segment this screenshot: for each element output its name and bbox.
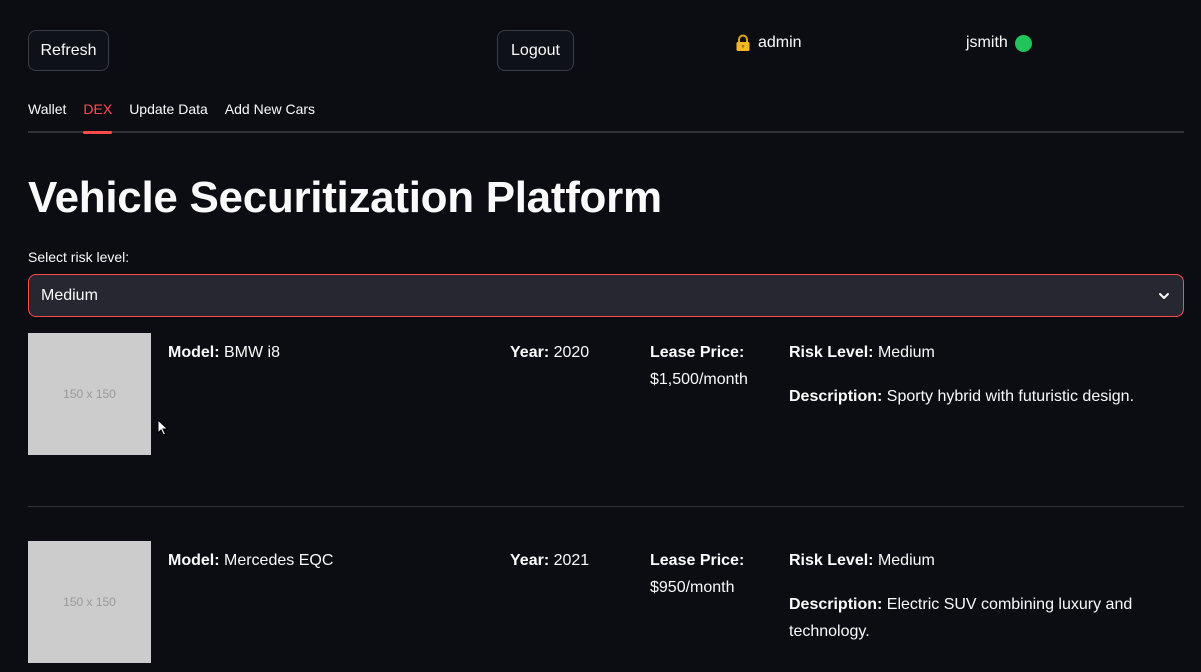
model-value: Mercedes EQC: [224, 552, 334, 569]
car-image-placeholder: 150 x 150: [28, 541, 151, 663]
tab-update-data[interactable]: Update Data: [129, 99, 208, 131]
car-lease-price: Lease Price: $1,500/month: [650, 339, 780, 393]
tab-dex[interactable]: DEX: [83, 99, 112, 134]
app-page: Refresh Logout admin jsmith Wallet DEX U…: [0, 0, 1201, 672]
car-year: Year: 2020: [510, 339, 589, 366]
risk-value: Medium: [877, 344, 935, 361]
lock-icon: [736, 34, 750, 51]
risk-value: Medium: [877, 552, 935, 569]
risk-label: Risk Level:: [789, 552, 874, 569]
image-placeholder-text: 150 x 150: [63, 387, 116, 401]
year-value: 2020: [553, 344, 590, 361]
car-description: Description: Sporty hybrid with futurist…: [789, 383, 1169, 410]
description-value: Sporty hybrid with futuristic design.: [886, 388, 1135, 405]
risk-label: Risk Level:: [789, 344, 874, 361]
row-divider: [28, 506, 1184, 507]
model-label: Model:: [168, 344, 220, 361]
car-image-placeholder: 150 x 150: [28, 333, 151, 455]
year-label: Year:: [510, 552, 550, 569]
risk-select-label: Select risk level:: [28, 249, 130, 265]
car-model: Model: BMW i8: [168, 339, 488, 366]
price-value: $1,500/month: [650, 371, 748, 388]
car-description: Description: Electric SUV combining luxu…: [789, 591, 1169, 645]
chevron-down-icon: [1159, 292, 1169, 299]
car-risk-level: Risk Level: Medium: [789, 547, 935, 574]
username-label: jsmith: [966, 34, 1008, 51]
tab-bar: Wallet DEX Update Data Add New Cars: [28, 99, 1184, 134]
model-value: BMW i8: [224, 344, 280, 361]
tab-wallet[interactable]: Wallet: [28, 99, 66, 131]
description-label: Description:: [789, 596, 883, 613]
image-placeholder-text: 150 x 150: [63, 595, 116, 609]
risk-select-value: Medium: [41, 286, 98, 304]
page-title: Vehicle Securitization Platform: [28, 173, 662, 222]
price-value: $950/month: [650, 579, 735, 596]
car-year: Year: 2021: [510, 547, 589, 574]
online-status-icon: [1014, 34, 1032, 52]
year-value: 2021: [553, 552, 590, 569]
price-label: Lease Price:: [650, 344, 745, 361]
price-label: Lease Price:: [650, 552, 745, 569]
car-risk-level: Risk Level: Medium: [789, 339, 935, 366]
risk-level-select[interactable]: Medium: [28, 274, 1184, 317]
logout-button[interactable]: Logout: [497, 30, 574, 71]
model-label: Model:: [168, 552, 220, 569]
description-label: Description:: [789, 388, 883, 405]
user-indicator: jsmith: [966, 34, 1032, 52]
car-lease-price: Lease Price: $950/month: [650, 547, 780, 601]
admin-indicator: admin: [735, 34, 802, 52]
refresh-button[interactable]: Refresh: [28, 30, 109, 71]
year-label: Year:: [510, 344, 550, 361]
tab-add-new-cars[interactable]: Add New Cars: [225, 99, 315, 131]
mouse-cursor-icon: [157, 419, 169, 436]
car-model: Model: Mercedes EQC: [168, 547, 488, 574]
admin-label: admin: [758, 34, 802, 51]
